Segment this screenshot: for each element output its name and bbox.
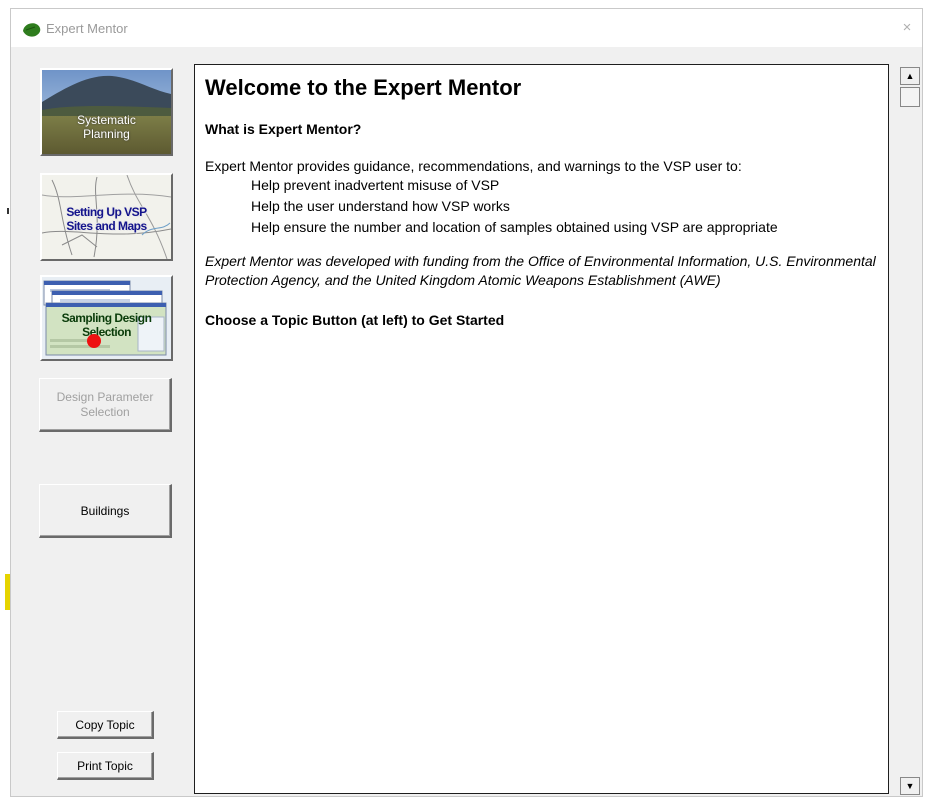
- desktop-edge-tick: [7, 208, 9, 214]
- what-is-heading: What is Expert Mentor?: [205, 121, 362, 137]
- topic-sidebar: Systematic Planning Setting Up VSP Sites…: [11, 47, 196, 797]
- window-title: Expert Mentor: [46, 21, 128, 36]
- title-bar[interactable]: Expert Mentor ×: [11, 9, 922, 47]
- intro-paragraph: Expert Mentor provides guidance, recomme…: [205, 158, 742, 174]
- systematic-planning-button[interactable]: Systematic Planning: [40, 68, 173, 156]
- close-icon: ×: [902, 19, 912, 36]
- systematic-planning-line1: Systematic: [77, 113, 136, 127]
- arrow-up-icon: ▲: [905, 71, 915, 81]
- copy-topic-button[interactable]: Copy Topic: [57, 711, 154, 739]
- vertical-scrollbar[interactable]: ▲ ▼: [900, 67, 920, 795]
- expert-mentor-window: Expert Mentor × Systematic Planning Sett…: [10, 8, 923, 797]
- buildings-label: Buildings: [80, 503, 130, 518]
- bullet-item: Help the user understand how VSP works: [251, 198, 510, 214]
- scroll-up-button[interactable]: ▲: [900, 67, 920, 85]
- get-started-prompt: Choose a Topic Button (at left) to Get S…: [205, 312, 505, 328]
- red-dot-icon: [87, 334, 101, 348]
- buildings-button[interactable]: Buildings: [39, 484, 172, 538]
- scroll-thumb[interactable]: [900, 87, 920, 107]
- sites-and-maps-button[interactable]: Setting Up VSP Sites and Maps: [40, 173, 173, 261]
- bullet-item: Help ensure the number and location of s…: [251, 219, 778, 235]
- funding-note: Expert Mentor was developed with funding…: [205, 253, 876, 288]
- design-parameter-line2: Selection: [80, 404, 130, 419]
- topic-content-pane[interactable]: Welcome to the Expert Mentor What is Exp…: [194, 64, 889, 794]
- sampling-design-line1: Sampling Design: [61, 311, 152, 325]
- arrow-down-icon: ▼: [905, 781, 915, 791]
- sampling-design-selection-button[interactable]: Sampling Design Selection: [40, 275, 173, 361]
- sampling-design-line2: Selection: [82, 325, 131, 339]
- close-button[interactable]: ×: [896, 17, 918, 39]
- bullet-item: Help prevent inadvertent misuse of VSP: [251, 177, 500, 193]
- sites-and-maps-line1: Setting Up VSP: [66, 205, 147, 219]
- mountain-landscape-image: [42, 70, 171, 154]
- welcome-heading: Welcome to the Expert Mentor: [205, 75, 522, 100]
- scroll-down-button[interactable]: ▼: [900, 777, 920, 795]
- sites-and-maps-line2: Sites and Maps: [66, 219, 147, 233]
- sampling-design-label: Sampling Design Selection: [42, 311, 171, 339]
- copy-topic-label: Copy Topic: [75, 717, 135, 732]
- systematic-planning-line2: Planning: [83, 127, 130, 141]
- print-topic-button[interactable]: Print Topic: [57, 752, 154, 780]
- systematic-planning-label: Systematic Planning: [42, 113, 171, 141]
- sites-and-maps-label: Setting Up VSP Sites and Maps: [42, 205, 171, 233]
- green-leaf-icon: [23, 23, 41, 37]
- design-parameter-line1: Design Parameter: [56, 389, 154, 404]
- design-parameter-selection-button[interactable]: Design Parameter Selection: [39, 378, 172, 432]
- print-topic-label: Print Topic: [77, 758, 133, 773]
